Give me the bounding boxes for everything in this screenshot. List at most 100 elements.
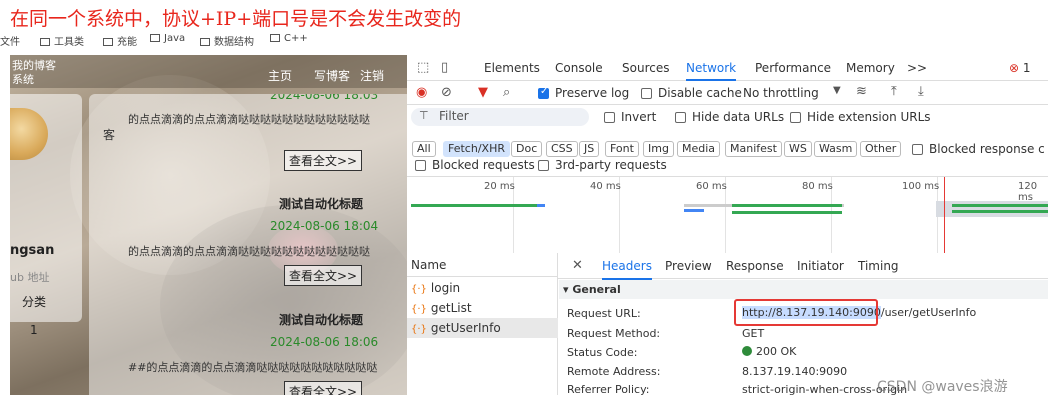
chip-media[interactable]: Media (677, 141, 721, 157)
disable-cache-label: Disable cache (658, 86, 742, 100)
chip-ws[interactable]: WS (784, 141, 812, 157)
profile-username: ngsan (10, 243, 55, 258)
chip-doc[interactable]: Doc (511, 141, 543, 157)
tab-console[interactable]: Console (555, 61, 603, 75)
invert-label: Invert (621, 110, 657, 124)
post-list: 客 2024-08-06 18:03 的点点滴滴的点点滴滴哒哒哒哒哒哒哒哒哒哒哒… (89, 94, 407, 395)
post-summary: 的点点滴滴的点点滴滴哒哒哒哒哒哒哒哒哒哒哒哒 (128, 245, 370, 258)
details-tabbar: ✕ Headers Preview Response Initiator Tim… (558, 253, 1048, 280)
nav-write-link[interactable]: 写博客 (314, 67, 350, 84)
xhr-icon: {·} (411, 304, 427, 315)
request-item-getuserinfo[interactable]: {·} getUserInfo (407, 318, 558, 338)
timeline-tick: 100 ms (902, 181, 940, 192)
throttling-select[interactable]: No throttling (743, 86, 819, 100)
disable-cache-checkbox[interactable] (641, 88, 652, 99)
tab-performance[interactable]: Performance (755, 61, 831, 75)
bookmark-tools[interactable]: 工具类 (40, 33, 84, 48)
inspect-element-icon[interactable]: ⬚ (417, 60, 429, 75)
wifi-icon[interactable]: ≋ (856, 84, 867, 99)
tab-sources[interactable]: Sources (622, 61, 669, 75)
chip-all[interactable]: All (412, 141, 436, 157)
chip-other[interactable]: Other (860, 141, 902, 157)
profile-card: ngsan ub 地址 分类 1 (10, 94, 82, 337)
status-code-key: Status Code: (567, 346, 638, 359)
filter-input[interactable]: ⊤ Filter (411, 108, 589, 126)
third-party-checkbox[interactable] (538, 160, 549, 171)
chip-img[interactable]: Img (643, 141, 674, 157)
timeline-bar (411, 204, 537, 207)
blocked-requests-label: Blocked requests (432, 158, 535, 172)
post-summary: ##的点点滴滴的点点滴滴哒哒哒哒哒哒哒哒哒哒哒 (128, 361, 378, 374)
xhr-icon: {·} (411, 284, 427, 295)
chevron-down-icon[interactable]: ▼ (833, 85, 841, 96)
name-column-header[interactable]: Name (407, 253, 558, 277)
github-link[interactable]: ub 地址 (10, 269, 49, 285)
timeline-tick: 80 ms (802, 181, 833, 192)
filter-placeholder: Filter (439, 109, 469, 123)
read-more-button[interactable]: 查看全文>> (284, 265, 363, 286)
blog-navbar: 我的博客 系统 主页 写博客 注销 (10, 55, 407, 88)
record-icon[interactable]: ◉ (416, 85, 427, 100)
device-toolbar-icon[interactable]: ▯ (441, 60, 448, 75)
bookmark-cpp[interactable]: C++ (270, 33, 308, 44)
request-item-login[interactable]: {·} login (407, 278, 558, 298)
tab-preview[interactable]: Preview (665, 259, 712, 273)
chip-fetch-xhr[interactable]: Fetch/XHR (443, 141, 510, 157)
request-list: Name {·} login {·} getList {·} getUserInfo (407, 253, 558, 395)
request-method-value: GET (742, 327, 765, 340)
screenshot-root: 在同一个系统中，协议+IP+端口号是不会发生改变的 文件 工具类 充能 Java… (0, 0, 1048, 405)
invert-checkbox[interactable] (604, 112, 615, 123)
bookmarks-bar: 文件 工具类 充能 Java 数据结构 C++ (0, 33, 405, 49)
post-date: 2024-08-06 18:06 (270, 335, 379, 349)
blog-page: 我的博客 系统 主页 写博客 注销 ngsan ub 地址 分类 1 客 202… (10, 55, 407, 395)
nav-logout-link[interactable]: 注销 (360, 67, 384, 84)
highlight-box (734, 299, 878, 326)
chip-css[interactable]: CSS (546, 141, 578, 157)
bookmark-charge[interactable]: 充能 (103, 33, 137, 48)
tab-headers[interactable]: Headers (602, 259, 652, 280)
chip-manifest[interactable]: Manifest (725, 141, 782, 157)
blocked-response-label: Blocked response c (929, 142, 1045, 156)
request-item-getlist[interactable]: {·} getList (407, 298, 558, 318)
devtools-tabbar: ⬚ ▯ Elements Console Sources Network Per… (407, 55, 1048, 81)
search-icon[interactable]: ⌕ (503, 85, 510, 100)
timeline-divider (407, 176, 1048, 177)
tab-network[interactable]: Network (686, 61, 737, 81)
close-icon[interactable]: ✕ (572, 258, 583, 273)
post-summary: 的点点滴滴的点点滴滴哒哒哒哒哒哒哒哒哒哒哒哒 (128, 113, 370, 126)
tab-timing[interactable]: Timing (858, 259, 899, 273)
tab-memory[interactable]: Memory (846, 61, 895, 75)
chip-js[interactable]: JS (579, 141, 600, 157)
chip-wasm[interactable]: Wasm (814, 141, 858, 157)
tab-response[interactable]: Response (726, 259, 784, 273)
hide-extension-urls-checkbox[interactable] (790, 112, 801, 123)
bookmark-java[interactable]: Java (150, 33, 185, 44)
bookmark-data-structure[interactable]: 数据结构 (200, 33, 254, 48)
filter-funnel-icon[interactable]: ▼ (478, 85, 488, 100)
chip-font[interactable]: Font (605, 141, 639, 157)
hide-data-urls-checkbox[interactable] (675, 112, 686, 123)
annotation-heading: 在同一个系统中，协议+IP+端口号是不会发生改变的 (10, 8, 462, 30)
blocked-response-checkbox[interactable] (912, 144, 923, 155)
general-section-header[interactable]: ▾ General (559, 280, 1048, 299)
tab-initiator[interactable]: Initiator (797, 259, 844, 273)
tab-elements[interactable]: Elements (484, 61, 540, 75)
blocked-requests-checkbox[interactable] (415, 160, 426, 171)
download-icon[interactable]: ⤓ (918, 84, 924, 99)
read-more-button[interactable]: 查看全文>> (284, 150, 363, 171)
clear-icon[interactable]: ⊘ (441, 85, 452, 100)
nav-home-link[interactable]: 主页 (268, 67, 292, 84)
timeline-bar (732, 204, 842, 207)
post-title: 测试自动化标题 (279, 313, 364, 327)
bookmark-files[interactable]: 文件 (0, 33, 20, 48)
category-count: 1 (30, 323, 38, 337)
more-tabs-button[interactable]: >> (907, 61, 927, 75)
upload-icon[interactable]: ⤒ (891, 84, 897, 99)
hide-extension-urls-label: Hide extension URLs (807, 110, 931, 124)
read-more-button[interactable]: 查看全文>> (284, 381, 363, 395)
watermark: CSDN @waves浪游 (877, 379, 1008, 395)
error-badge[interactable]: ⊗ 1 (1009, 61, 1031, 75)
preserve-log-checkbox[interactable] (538, 86, 549, 99)
filter-icon: ⊤ (419, 109, 429, 122)
timeline-bar (952, 204, 1048, 207)
